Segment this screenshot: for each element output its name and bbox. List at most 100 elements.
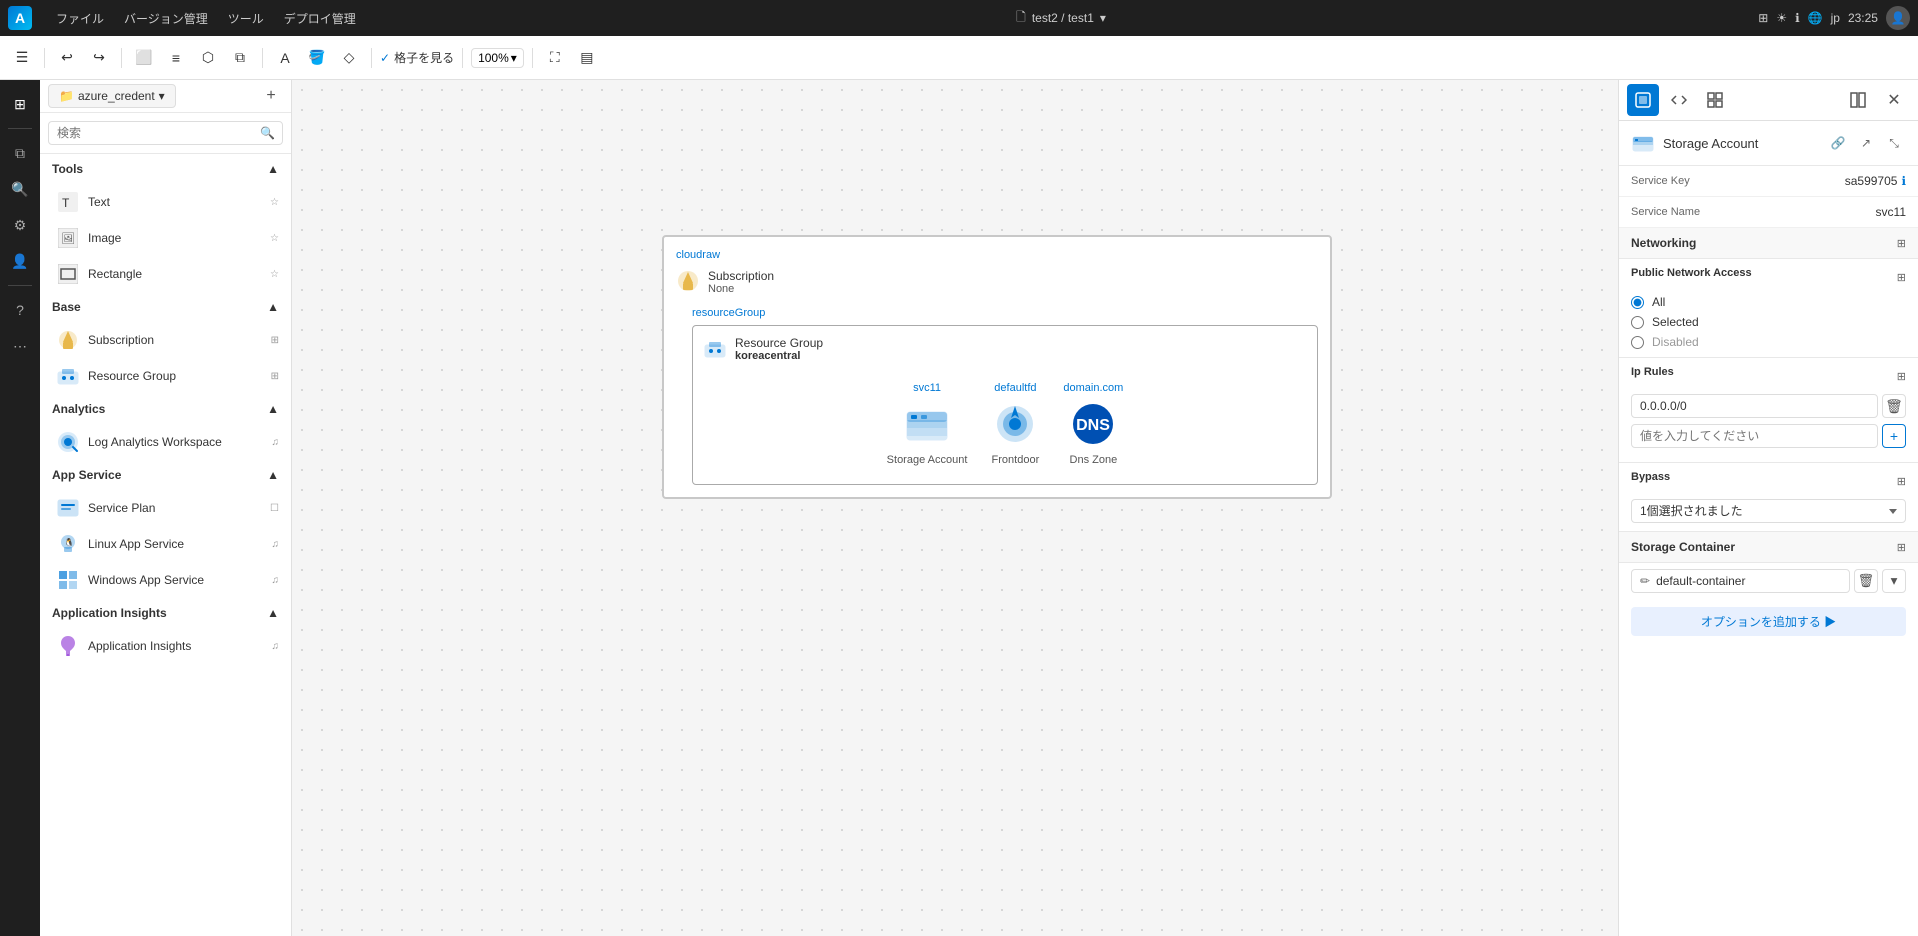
ip-add-btn[interactable]: + bbox=[1882, 424, 1906, 448]
radio-selected[interactable]: Selected bbox=[1631, 315, 1906, 329]
ip-placeholder-input[interactable] bbox=[1631, 424, 1878, 448]
sidebar-item-app-insights[interactable]: Application Insights ♫ bbox=[40, 628, 291, 664]
zoom-control[interactable]: 100% ▾ bbox=[471, 48, 524, 68]
copy-btn[interactable]: ⧉ bbox=[226, 44, 254, 72]
fullscreen-btn[interactable]: ⛶ bbox=[541, 44, 569, 72]
sidebar-item-text[interactable]: T Text ☆ bbox=[40, 184, 291, 220]
menu-deploy[interactable]: デプロイ管理 bbox=[276, 6, 364, 31]
panel-resize-icon[interactable]: ⤡ bbox=[1882, 131, 1906, 155]
linux-app-item-music[interactable]: ♫ bbox=[272, 539, 280, 550]
panel-tab-code[interactable] bbox=[1663, 84, 1695, 116]
rg-box[interactable]: Resource Group koreacentral svc11 bbox=[692, 325, 1318, 485]
resource-frontdoor[interactable]: defaultfd Frontdoor bbox=[991, 382, 1039, 466]
path-label[interactable]: test2 / test1 bbox=[1032, 11, 1094, 25]
rg-item-resize[interactable]: ⊞ bbox=[271, 371, 279, 382]
panel-tab-visual[interactable] bbox=[1627, 84, 1659, 116]
panel-split-btn[interactable] bbox=[1842, 84, 1874, 116]
subscription-item-resize[interactable]: ⊞ bbox=[271, 335, 279, 346]
sun-icon[interactable]: ☀ bbox=[1776, 11, 1787, 25]
dropdown-icon[interactable]: ▾ bbox=[1100, 11, 1106, 25]
service-key-info-icon[interactable]: ℹ bbox=[1901, 174, 1906, 188]
app-insights-item-music[interactable]: ♫ bbox=[272, 641, 280, 652]
redo-btn[interactable]: ↪ bbox=[85, 44, 113, 72]
service-key-value: sa599705 bbox=[1721, 174, 1897, 188]
align-btn[interactable]: ≡ bbox=[162, 44, 190, 72]
radio-all-input[interactable] bbox=[1631, 296, 1644, 309]
container-delete-btn[interactable]: 🗑 bbox=[1854, 569, 1878, 593]
leftbar-settings[interactable]: ⚙ bbox=[4, 209, 36, 241]
frontdoor-resource-name: Frontdoor bbox=[992, 454, 1040, 466]
menu-tools[interactable]: ツール bbox=[220, 6, 272, 31]
sidebar-tab[interactable]: 📁 azure_credent ▾ bbox=[48, 84, 176, 108]
svg-text:🐧: 🐧 bbox=[64, 537, 74, 547]
analytics-item-music[interactable]: ♫ bbox=[272, 437, 280, 448]
radio-disabled-input[interactable] bbox=[1631, 336, 1644, 349]
radio-all[interactable]: All bbox=[1631, 295, 1906, 309]
grid-icon[interactable]: ⊞ bbox=[1758, 11, 1768, 25]
bypass-select[interactable]: 1個選択されました bbox=[1631, 499, 1906, 523]
grid-label[interactable]: ✓ 格子を見る bbox=[380, 49, 454, 66]
analytics-section-header[interactable]: Analytics ▲ bbox=[40, 394, 291, 424]
public-network-action[interactable]: ⊞ bbox=[1897, 271, 1906, 284]
sidebar-item-service-plan[interactable]: Service Plan ☐ bbox=[40, 490, 291, 526]
export-btn[interactable]: ⬡ bbox=[194, 44, 222, 72]
radio-selected-input[interactable] bbox=[1631, 316, 1644, 329]
sidebar-toggle-btn[interactable]: ☰ bbox=[8, 44, 36, 72]
add-tab-btn[interactable]: + bbox=[259, 84, 283, 108]
sidebar-item-windows-app[interactable]: Windows App Service ♫ bbox=[40, 562, 291, 598]
ip-delete-btn[interactable]: 🗑 bbox=[1882, 394, 1906, 418]
base-section-header[interactable]: Base ▲ bbox=[40, 292, 291, 322]
service-plan-item-box[interactable]: ☐ bbox=[270, 503, 279, 514]
text-color-btn[interactable]: A bbox=[271, 44, 299, 72]
sidebar-item-subscription[interactable]: Subscription ⊞ bbox=[40, 322, 291, 358]
sidebar-item-image[interactable]: 🖼 Image ☆ bbox=[40, 220, 291, 256]
sidebar: 📁 azure_credent ▾ + 🔍 Tools ▲ T bbox=[40, 80, 292, 936]
add-option-btn[interactable]: オプションを追加する ▶ bbox=[1631, 607, 1906, 636]
storage-container-action[interactable]: ⊞ bbox=[1897, 541, 1906, 554]
sidebar-item-resource-group[interactable]: Resource Group ⊞ bbox=[40, 358, 291, 394]
image-item-star[interactable]: ☆ bbox=[270, 233, 279, 244]
radio-disabled[interactable]: Disabled bbox=[1631, 335, 1906, 349]
undo-btn[interactable]: ↩ bbox=[53, 44, 81, 72]
canvas-area[interactable]: cloudraw Subscription None resourceGroup bbox=[292, 80, 1618, 936]
menu-version[interactable]: バージョン管理 bbox=[116, 6, 216, 31]
lang-icon[interactable]: 🌐 bbox=[1808, 11, 1823, 25]
leftbar-layers[interactable]: ⧉ bbox=[4, 137, 36, 169]
leftbar-help[interactable]: ? bbox=[4, 294, 36, 326]
info-icon[interactable]: ℹ bbox=[1795, 11, 1800, 25]
sidebar-item-linux-app[interactable]: 🐧 Linux App Service ♫ bbox=[40, 526, 291, 562]
leftbar-user[interactable]: 👤 bbox=[4, 245, 36, 277]
leftbar-home[interactable]: ⊞ bbox=[4, 88, 36, 120]
windows-app-item-music[interactable]: ♫ bbox=[272, 575, 280, 586]
tools-section-header[interactable]: Tools ▲ bbox=[40, 154, 291, 184]
bypass-action[interactable]: ⊞ bbox=[1897, 475, 1906, 488]
rectangle-item-star[interactable]: ☆ bbox=[270, 269, 279, 280]
avatar[interactable]: 👤 bbox=[1886, 6, 1910, 30]
diagram-outer[interactable]: cloudraw Subscription None resourceGroup bbox=[662, 235, 1332, 499]
resource-storage[interactable]: svc11 St bbox=[887, 382, 968, 466]
ip-rules-action[interactable]: ⊞ bbox=[1897, 370, 1906, 383]
sidebar-item-rectangle[interactable]: Rectangle ☆ bbox=[40, 256, 291, 292]
present-btn[interactable]: ▤ bbox=[573, 44, 601, 72]
panel-tab-grid[interactable] bbox=[1699, 84, 1731, 116]
sidebar-item-log-analytics[interactable]: Log Analytics Workspace ♫ bbox=[40, 424, 291, 460]
container-input[interactable]: ✏ default-container bbox=[1631, 569, 1850, 593]
panel-expand-icon[interactable]: ↗ bbox=[1854, 131, 1878, 155]
resource-dns[interactable]: domain.com DNS Dns Zone bbox=[1063, 382, 1123, 466]
frame-btn[interactable]: ⬜ bbox=[130, 44, 158, 72]
container-dropdown-btn[interactable]: ▾ bbox=[1882, 569, 1906, 593]
panel-close-btn[interactable]: ✕ bbox=[1878, 84, 1910, 116]
fill-btn[interactable]: 🪣 bbox=[303, 44, 331, 72]
leftbar-search[interactable]: 🔍 bbox=[4, 173, 36, 205]
panel-link-icon[interactable]: 🔗 bbox=[1826, 131, 1850, 155]
rg-header: Resource Group koreacentral bbox=[703, 336, 1307, 362]
ip-value-input[interactable] bbox=[1631, 394, 1878, 418]
networking-action[interactable]: ⊞ bbox=[1897, 237, 1906, 250]
menu-file[interactable]: ファイル bbox=[48, 6, 112, 31]
text-item-star[interactable]: ☆ bbox=[270, 197, 279, 208]
search-input[interactable] bbox=[48, 121, 283, 145]
shape-btn[interactable]: ◇ bbox=[335, 44, 363, 72]
leftbar-more[interactable]: ⋯ bbox=[4, 330, 36, 362]
app-insights-section-header[interactable]: Application Insights ▲ bbox=[40, 598, 291, 628]
app-service-section-header[interactable]: App Service ▲ bbox=[40, 460, 291, 490]
